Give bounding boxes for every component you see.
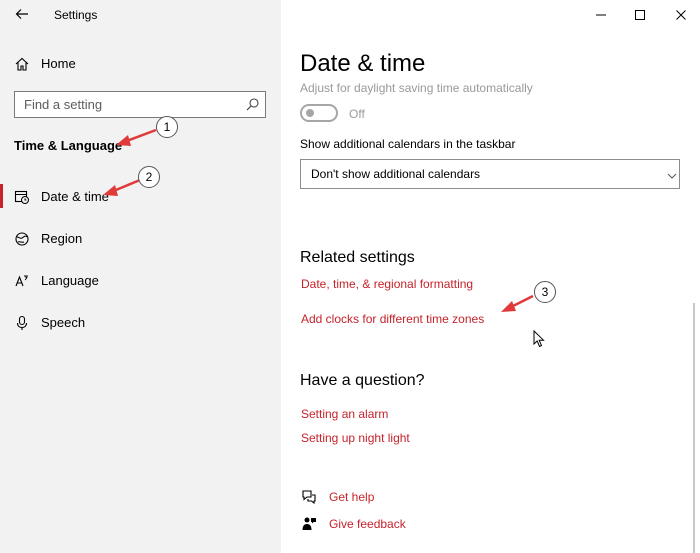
annotation-arrows xyxy=(103,128,534,312)
annotation-badge-3: 3 xyxy=(534,281,556,303)
annotation-badge-2: 2 xyxy=(138,166,160,188)
annotation-badge-1: 1 xyxy=(156,116,178,138)
